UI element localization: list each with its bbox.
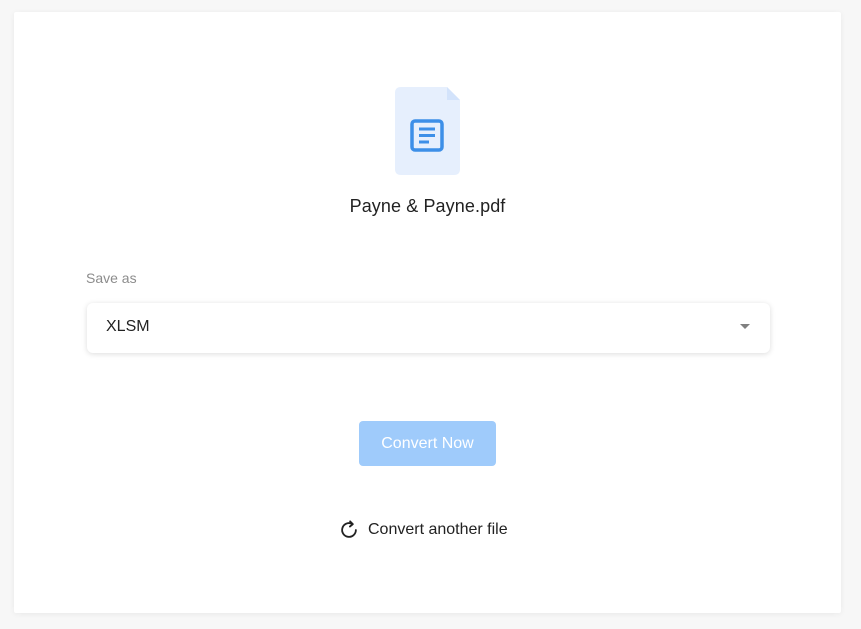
format-select[interactable]: XLSM (87, 303, 770, 353)
refresh-icon (341, 520, 357, 538)
convert-another-file-label: Convert another file (368, 521, 508, 538)
document-icon (395, 87, 460, 175)
format-select-value: XLSM (106, 318, 150, 335)
converter-card: Payne & Payne.pdf Save as XLSM Convert N… (14, 12, 841, 613)
convert-another-file-link[interactable]: Convert another file (338, 518, 508, 542)
caret-down-icon (740, 324, 750, 329)
file-name: Payne & Payne.pdf (349, 196, 506, 216)
save-as-label: Save as (86, 270, 137, 286)
convert-now-button[interactable]: Convert Now (359, 421, 496, 466)
